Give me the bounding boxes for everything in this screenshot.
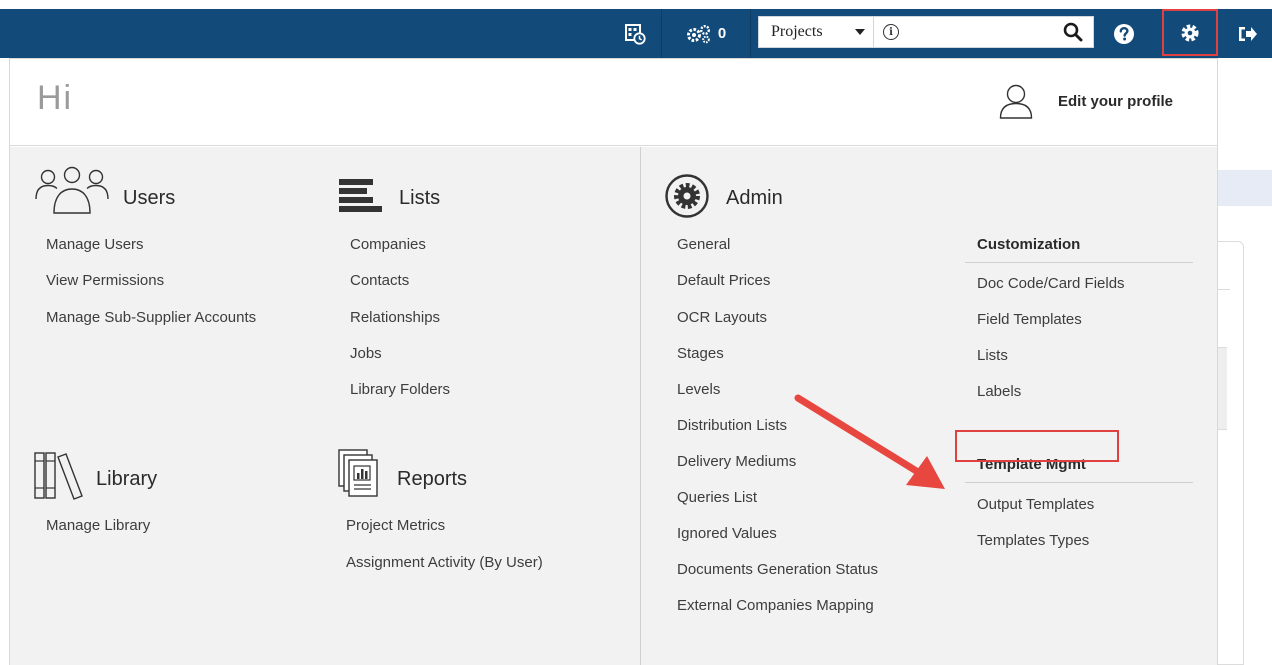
nav-separator [661, 9, 662, 58]
users-section-title: Users [123, 187, 176, 209]
levels-link[interactable]: Levels [677, 381, 720, 398]
lists-section-title: Lists [399, 187, 441, 209]
external-companies-mapping-link[interactable]: External Companies Mapping [677, 597, 874, 614]
labels-link[interactable]: Labels [977, 383, 1021, 400]
doc-code-card-fields-link[interactable]: Doc Code/Card Fields [977, 275, 1125, 292]
library-folders-link[interactable]: Library Folders [350, 381, 450, 398]
library-section-title: Library [96, 468, 158, 490]
customization-lists-link[interactable]: Lists [977, 347, 1008, 364]
search-input[interactable] [905, 19, 1055, 45]
gear-icon [1181, 23, 1199, 42]
documents-generation-status-link[interactable]: Documents Generation Status [677, 561, 878, 578]
ignored-values-link[interactable]: Ignored Values [677, 525, 777, 542]
search-scope-select[interactable]: Projects [759, 17, 874, 47]
admin-gear-icon [665, 174, 709, 218]
customization-divider [965, 262, 1193, 263]
manage-users-link[interactable]: Manage Users [46, 236, 144, 253]
jobs-link[interactable]: Jobs [350, 345, 382, 362]
books-icon [34, 452, 83, 500]
manage-sub-supplier-accounts-link[interactable]: Manage Sub-Supplier Accounts [46, 309, 256, 326]
nav-separator [750, 9, 751, 58]
background-divider [1218, 289, 1230, 290]
general-link[interactable]: General [677, 236, 730, 253]
caret-down-icon [855, 29, 865, 35]
cogs-icon [686, 24, 710, 43]
background-jobs-button[interactable]: 0 [666, 9, 746, 58]
admin-section-title: Admin [726, 187, 783, 209]
template-mgmt-divider [965, 482, 1193, 483]
search-scope-value: Projects [771, 23, 823, 40]
cropped-instruction-strip [0, 0, 1272, 9]
delivery-mediums-link[interactable]: Delivery Mediums [677, 453, 796, 470]
companies-link[interactable]: Companies [350, 236, 426, 253]
annotation-arrow-icon [794, 394, 945, 489]
users-icon [35, 166, 109, 214]
output-templates-link[interactable]: Output Templates [977, 496, 1094, 513]
background-card [1218, 241, 1244, 665]
background-table-row [1218, 347, 1227, 430]
list-icon [339, 179, 382, 212]
view-permissions-link[interactable]: View Permissions [46, 272, 164, 289]
templates-types-link[interactable]: Templates Types [977, 532, 1089, 549]
global-search: Projects i [758, 16, 1094, 48]
settings-menu-panel: Hi Edit your profile [9, 58, 1218, 665]
relationships-link[interactable]: Relationships [350, 309, 440, 326]
info-icon[interactable]: i [883, 24, 899, 40]
search-icon [1063, 22, 1083, 42]
settings-button[interactable] [1162, 9, 1218, 56]
project-metrics-link[interactable]: Project Metrics [346, 517, 445, 534]
help-icon [1114, 23, 1134, 44]
contacts-link[interactable]: Contacts [350, 272, 409, 289]
assignment-activity-link[interactable]: Assignment Activity (By User) [346, 554, 543, 571]
logout-button[interactable] [1228, 9, 1268, 58]
search-button[interactable] [1063, 22, 1083, 47]
report-icon [338, 449, 378, 497]
manage-library-link[interactable]: Manage Library [46, 517, 150, 534]
edit-profile-link[interactable]: Edit your profile [1058, 93, 1173, 110]
help-button[interactable] [1102, 9, 1146, 58]
field-templates-link[interactable]: Field Templates [977, 311, 1082, 328]
distribution-lists-link[interactable]: Distribution Lists [677, 417, 787, 434]
output-templates-highlight [955, 430, 1119, 462]
reports-section-title: Reports [397, 468, 468, 490]
sign-out-icon [1239, 26, 1257, 41]
jobs-count: 0 [717, 25, 727, 42]
queries-list-link[interactable]: Queries List [677, 489, 757, 506]
profile-header: Hi Edit your profile [10, 59, 1217, 146]
user-icon[interactable] [998, 81, 1034, 121]
greeting: Hi [37, 79, 74, 117]
calendar-clock-icon [625, 23, 646, 45]
background-band [1218, 170, 1272, 206]
ocr-layouts-link[interactable]: OCR Layouts [677, 309, 767, 326]
customization-heading: Customization [977, 236, 1081, 253]
schedule-report-button[interactable] [613, 9, 657, 58]
stages-link[interactable]: Stages [677, 345, 724, 362]
menu-left-section [10, 147, 640, 665]
default-prices-link[interactable]: Default Prices [677, 272, 770, 289]
